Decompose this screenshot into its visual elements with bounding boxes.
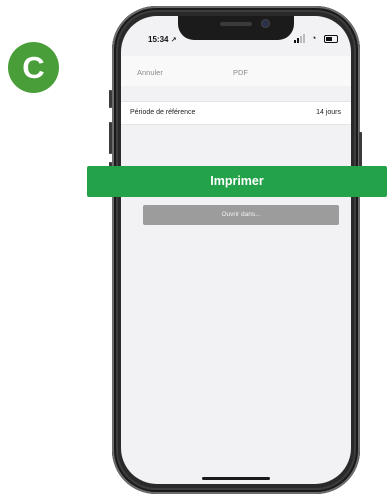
open-in-button[interactable]: Ouvrir dans...	[143, 205, 339, 225]
nav-bar: Annuler PDF	[121, 56, 351, 86]
location-arrow-icon: ↗	[170, 37, 177, 44]
phone-screen: 15:34 ↗ ◔ Annuler PDF Période de référen…	[121, 16, 351, 484]
wifi-icon: ◔	[311, 33, 317, 43]
reference-period-value: 14 jours	[316, 109, 341, 116]
battery-icon	[324, 35, 338, 43]
phone-side-button	[109, 90, 112, 108]
status-icons: ◔	[294, 34, 338, 44]
notch	[178, 16, 294, 40]
camera-icon	[262, 20, 269, 27]
status-time: 15:34 ↗	[148, 35, 177, 44]
signal-icon	[294, 34, 306, 43]
step-badge: C	[8, 42, 59, 93]
cancel-button[interactable]: Annuler	[137, 68, 163, 77]
status-time-text: 15:34	[148, 35, 169, 44]
home-indicator[interactable]	[202, 477, 270, 480]
reference-period-label: Période de référence	[130, 109, 196, 116]
nav-title: PDF	[233, 68, 248, 77]
print-button[interactable]: Imprimer	[87, 166, 387, 197]
speaker	[220, 22, 252, 26]
reference-period-row[interactable]: Période de référence 14 jours	[121, 101, 351, 125]
phone-side-button	[109, 122, 112, 154]
